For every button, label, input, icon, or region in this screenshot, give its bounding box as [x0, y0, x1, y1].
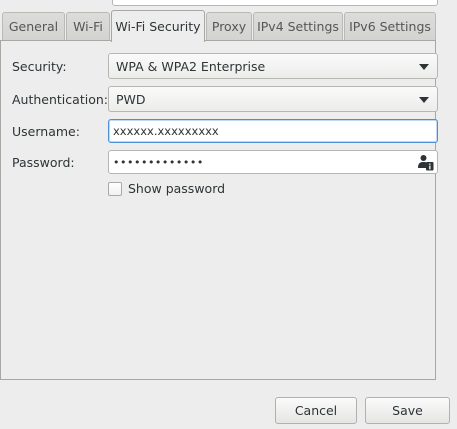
- tab-label: IPv4 Settings: [257, 19, 339, 34]
- tab-label: General: [8, 19, 59, 34]
- authentication-combo[interactable]: PWD: [108, 86, 438, 112]
- save-button[interactable]: Save: [365, 397, 450, 424]
- security-value: WPA & WPA2 Enterprise: [116, 58, 266, 74]
- user-info-icon[interactable]: [417, 154, 434, 171]
- username-field[interactable]: xxxxxx.xxxxxxxxx: [108, 119, 438, 143]
- show-password-label: Show password: [128, 181, 226, 196]
- connection-name-field-edge[interactable]: [112, 0, 438, 6]
- security-label: Security:: [12, 59, 67, 74]
- chevron-down-icon: [419, 97, 429, 103]
- tab-ipv6-settings[interactable]: IPv6 Settings: [344, 12, 436, 40]
- cancel-button-label: Cancel: [294, 403, 338, 418]
- tab-general[interactable]: General: [2, 12, 65, 40]
- password-label: Password:: [12, 155, 75, 170]
- authentication-label: Authentication:: [12, 92, 108, 107]
- tab-ipv4-settings[interactable]: IPv4 Settings: [253, 12, 343, 40]
- tab-label: Wi-Fi Security: [115, 19, 201, 34]
- tab-label: Wi-Fi: [73, 19, 103, 34]
- tab-label: IPv6 Settings: [349, 19, 431, 34]
- tab-bar: General Wi-Fi Wi-Fi Security Proxy IPv4 …: [0, 10, 436, 42]
- username-label: Username:: [12, 124, 80, 139]
- cancel-button[interactable]: Cancel: [275, 397, 357, 424]
- save-button-label: Save: [392, 403, 423, 418]
- top-strip: [0, 0, 457, 10]
- show-password-checkbox[interactable]: [108, 181, 122, 196]
- tab-wifi-security[interactable]: Wi-Fi Security: [111, 10, 205, 42]
- tab-proxy[interactable]: Proxy: [206, 12, 252, 40]
- username-value: xxxxxx.xxxxxxxxx: [113, 124, 219, 138]
- chevron-down-icon: [419, 64, 429, 70]
- show-password-toggle[interactable]: Show password: [108, 181, 225, 196]
- password-field[interactable]: •••••••••••••: [108, 150, 438, 174]
- tab-wifi[interactable]: Wi-Fi: [66, 12, 110, 40]
- password-value: •••••••••••••: [113, 155, 204, 169]
- authentication-value: PWD: [116, 91, 146, 107]
- security-combo[interactable]: WPA & WPA2 Enterprise: [108, 53, 438, 79]
- tab-label: Proxy: [211, 19, 247, 34]
